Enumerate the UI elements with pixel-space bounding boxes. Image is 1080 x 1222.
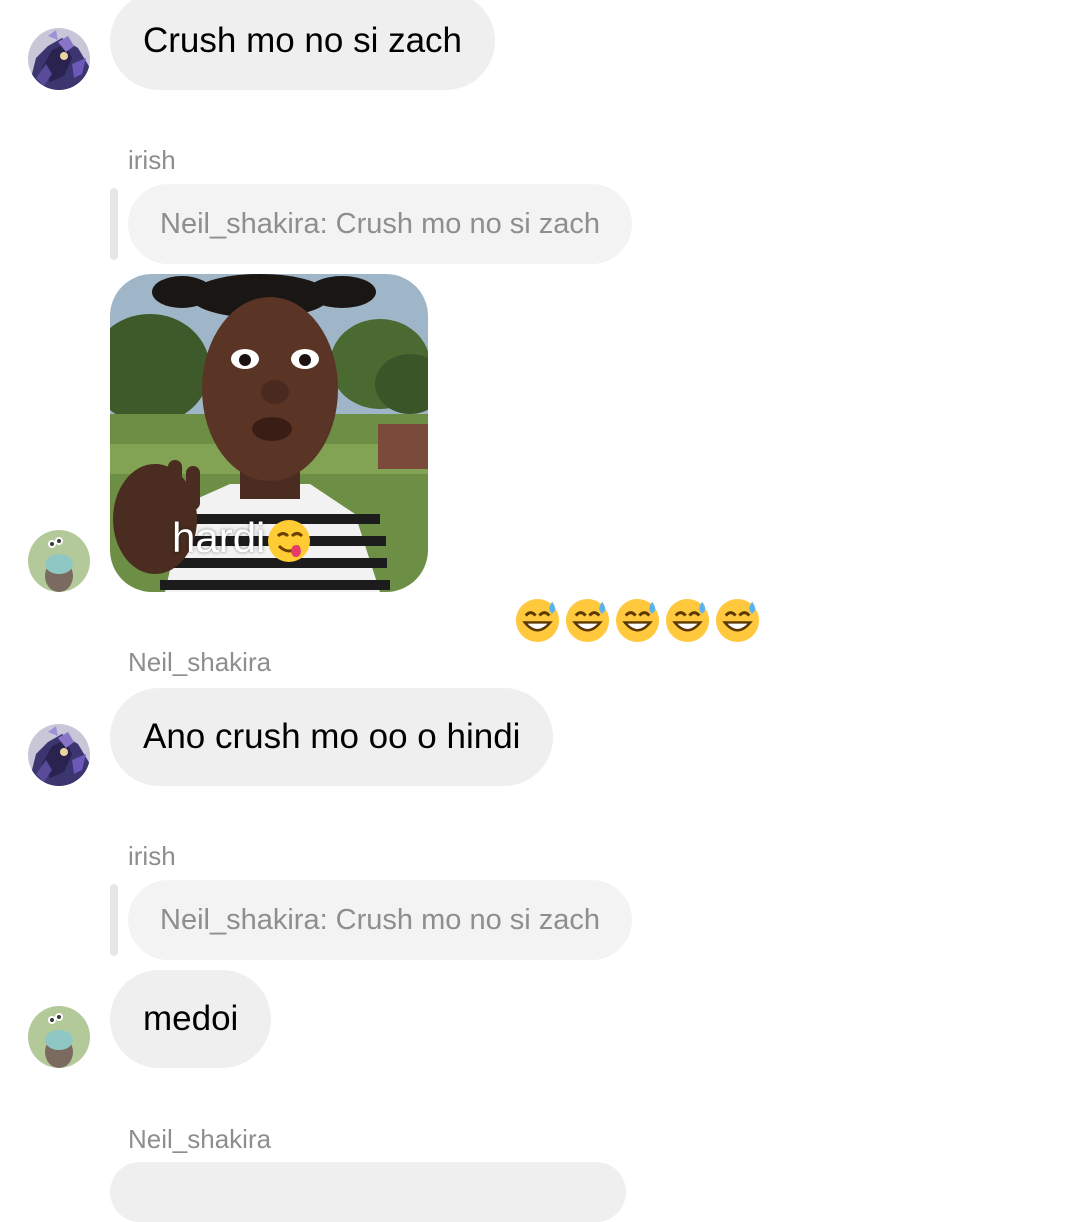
reply-preview-text: Neil_shakira: Crush mo no si zach [160, 207, 601, 240]
avatar-irish[interactable] [28, 530, 90, 592]
message-bubble[interactable]: medoi [110, 970, 272, 1068]
sender-name: Neil_shakira [128, 647, 272, 677]
avatar-irish[interactable] [28, 1006, 90, 1068]
reply-preview[interactable]: Neil_shakira: Crush mo no si zach [128, 880, 633, 960]
reply-preview[interactable]: Neil_shakira: Crush mo no si zach [128, 184, 633, 264]
message-text: Crush mo no si zach [143, 21, 463, 60]
sticker-caption: hardi [172, 514, 311, 563]
sender-name: irish [128, 145, 176, 175]
armored-hero-avatar-icon [28, 724, 90, 786]
sticker-image[interactable]: hardi [110, 274, 428, 592]
reply-indicator-bar [110, 188, 118, 260]
yum-face-icon [267, 519, 311, 563]
sender-name: Neil_shakira [128, 1124, 272, 1154]
grinning-sweat-face-icon [665, 598, 710, 643]
armored-hero-avatar-icon [28, 28, 90, 90]
reply-indicator-bar [110, 884, 118, 956]
message-bubble[interactable]: Ano crush mo oo o hindi [110, 688, 554, 786]
sender-name: irish [128, 841, 176, 871]
message-text: Ano crush mo oo o hindi [143, 717, 521, 756]
green-cartoon-avatar-icon [28, 530, 90, 592]
message-bubble-partial[interactable] [110, 1162, 626, 1222]
avatar-neil-shakira[interactable] [28, 724, 90, 786]
green-cartoon-avatar-icon [28, 1006, 90, 1068]
message-bubble[interactable]: Crush mo no si zach [110, 0, 496, 90]
grinning-sweat-face-icon [565, 598, 610, 643]
grinning-sweat-face-icon [615, 598, 660, 643]
message-text: medoi [143, 999, 239, 1038]
message-reactions[interactable] [514, 596, 761, 643]
reply-preview-text: Neil_shakira: Crush mo no si zach [160, 903, 601, 936]
grinning-sweat-face-icon [515, 598, 560, 643]
grinning-sweat-face-icon [715, 598, 760, 643]
avatar-neil-shakira[interactable] [28, 28, 90, 90]
